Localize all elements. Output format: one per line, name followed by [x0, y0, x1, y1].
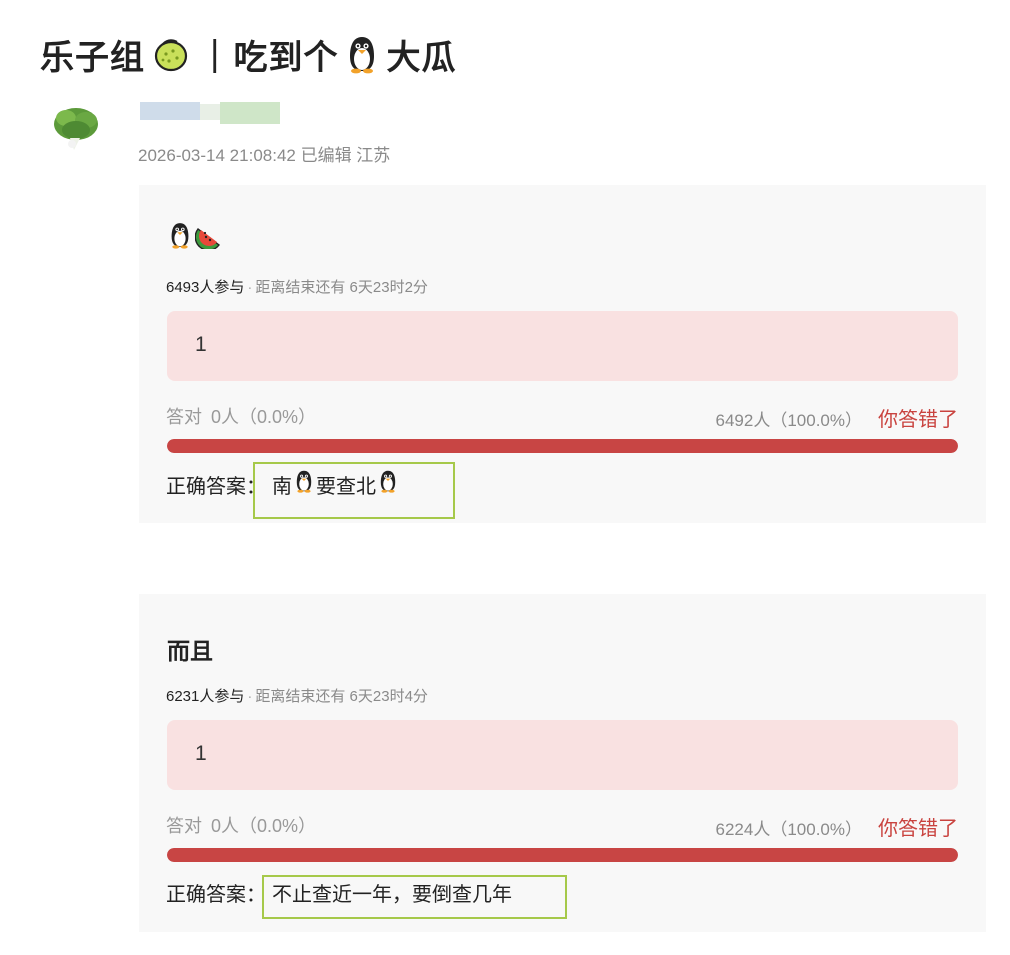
correct-stat: 0人（0.0%）: [211, 407, 317, 427]
option-stat: 6224人（100.0%）: [715, 820, 862, 839]
option-result: 6492人（100.0%） 你答错了: [716, 403, 958, 432]
participant-count: 6231人参与: [166, 688, 245, 705]
quiz-title: 而且: [167, 638, 213, 664]
quiz-option[interactable]: 1: [167, 311, 958, 381]
correct-label: 答对: [166, 407, 202, 427]
option-label: 1: [195, 333, 207, 356]
answer-label: 正确答案：: [166, 884, 266, 906]
title-separator: |: [209, 34, 222, 74]
watermelon-icon: [195, 221, 223, 249]
post-title: 乐子组 | 吃到个 大瓜: [40, 28, 456, 80]
penguin-icon: [344, 34, 380, 74]
penguin-icon: [167, 221, 193, 249]
result-bar: [167, 848, 958, 862]
quiz-stats: 6231人参与 · 距离结束还有 6天23时4分: [166, 685, 428, 706]
time-remaining: 距离结束还有 6天23时4分: [255, 688, 428, 705]
option-stat: 6492人（100.0%）: [715, 411, 862, 430]
result-tag: 你答错了: [878, 409, 958, 431]
lemon-icon: [151, 34, 191, 74]
post-meta: 2026-03-14 21:08:42 已编辑 江苏: [138, 146, 391, 165]
participant-count: 6493人参与: [166, 279, 245, 296]
quiz-title: [167, 221, 223, 249]
answer-highlight-box: [262, 875, 567, 919]
answer-highlight-box: [253, 462, 455, 519]
author-name-blurred[interactable]: [140, 100, 280, 126]
result-tag: 你答错了: [878, 818, 958, 840]
stats-dot: ·: [247, 279, 253, 296]
post-title-part2: 吃到个: [233, 37, 339, 78]
correct-stat: 0人（0.0%）: [211, 816, 317, 836]
correct-count: 答对 0人（0.0%）: [166, 403, 316, 429]
result-bar-fill: [167, 439, 958, 453]
quiz-stats: 6493人参与 · 距离结束还有 6天23时2分: [166, 276, 428, 297]
result-bar-fill: [167, 848, 958, 862]
post-title-part1: 乐子组: [40, 37, 145, 78]
time-remaining: 距离结束还有 6天23时2分: [255, 279, 428, 296]
avatar[interactable]: [46, 100, 106, 160]
option-label: 1: [195, 742, 207, 765]
correct-count: 答对 0人（0.0%）: [166, 812, 316, 838]
correct-label: 答对: [166, 816, 202, 836]
option-result: 6224人（100.0%） 你答错了: [716, 812, 958, 841]
post-title-part3: 大瓜: [386, 37, 457, 78]
answer-label: 正确答案：: [166, 475, 266, 498]
stats-dot: ·: [247, 688, 253, 705]
result-bar: [167, 439, 958, 453]
quiz-option[interactable]: 1: [167, 720, 958, 790]
